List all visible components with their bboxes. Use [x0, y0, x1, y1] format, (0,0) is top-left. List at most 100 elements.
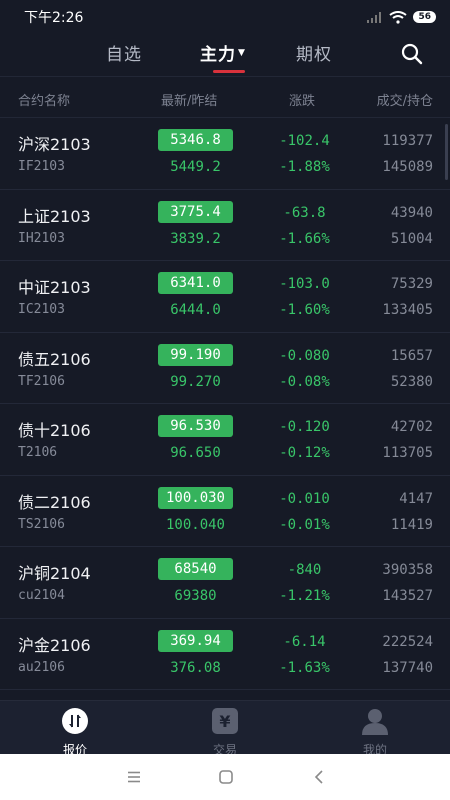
contract-name: 沪金2106 — [18, 635, 91, 655]
table-row[interactable]: 债二2106 TS2106 100.030 100.040 -0.010 -0.… — [0, 476, 450, 547]
prev-settle: 69380 — [174, 588, 217, 604]
contract-code: IH2103 — [18, 230, 65, 246]
prev-settle: 99.270 — [170, 373, 221, 390]
last-price: 369.94 — [158, 629, 233, 652]
last-price: 6341.0 — [158, 272, 233, 294]
contract-code: TF2106 — [18, 373, 65, 389]
battery-icon: 56 — [413, 11, 436, 23]
tab-options[interactable]: 期权 — [296, 40, 332, 65]
change-percent: -1.60% — [279, 302, 330, 318]
caret-down-icon: ▼ — [238, 48, 246, 58]
contract-code: au2106 — [18, 659, 65, 675]
change-value: -840 — [287, 562, 322, 578]
tab-main-contracts[interactable]: 主力 ▼ — [200, 40, 246, 73]
change-percent: -0.01% — [279, 516, 330, 533]
last-price: 96.530 — [158, 415, 233, 437]
nav-quotes[interactable]: 报价 — [35, 707, 115, 758]
signal-icon — [367, 12, 382, 23]
last-price: 3775.4 — [158, 200, 233, 223]
volume: 15657 — [390, 347, 433, 364]
change-value: -0.080 — [279, 347, 330, 364]
last-price: 5346.8 — [158, 129, 233, 151]
volume: 42702 — [390, 419, 433, 435]
change-value: -0.010 — [279, 490, 330, 507]
quote-list: 沪深2103 IF2103 5346.8 5449.2 -102.4 -1.88… — [0, 118, 450, 690]
contract-code: cu2104 — [18, 588, 65, 603]
change-percent: -1.66% — [279, 230, 330, 247]
search-icon[interactable] — [400, 42, 424, 66]
volume: 222524 — [382, 633, 433, 650]
svg-text:¥: ¥ — [219, 712, 230, 731]
col-volume[interactable]: 成交/持仓 — [377, 90, 433, 109]
contract-name: 沪深2103 — [18, 135, 91, 154]
col-change[interactable]: 涨跌 — [289, 90, 315, 109]
table-row[interactable]: 债五2106 TF2106 99.190 99.270 -0.080 -0.08… — [0, 333, 450, 404]
prev-settle: 100.040 — [165, 516, 225, 533]
last-price: 99.190 — [158, 343, 233, 366]
column-header: 合约名称 最新/昨结 涨跌 成交/持仓 — [0, 76, 450, 118]
contract-name: 上证2103 — [18, 206, 91, 226]
prev-settle: 6444.0 — [170, 302, 221, 318]
nav-trade[interactable]: ¥ 交易 — [185, 707, 265, 758]
prev-settle: 96.650 — [170, 445, 221, 461]
open-interest: 11419 — [390, 516, 433, 533]
prev-settle: 3839.2 — [170, 230, 221, 247]
user-icon — [362, 709, 388, 735]
wifi-icon — [389, 10, 408, 24]
open-interest: 52380 — [390, 373, 433, 390]
open-interest: 51004 — [390, 230, 433, 247]
open-interest: 133405 — [382, 302, 433, 318]
tab-watchlist[interactable]: 自选 — [106, 40, 142, 65]
open-interest: 137740 — [382, 659, 433, 676]
table-row[interactable]: 沪金2106 au2106 369.94 376.08 -6.14 -1.63%… — [0, 619, 450, 690]
change-percent: -1.21% — [279, 588, 330, 604]
top-nav: 自选 主力 ▼ 期权 — [0, 34, 450, 76]
menu-icon[interactable] — [127, 771, 141, 783]
table-row[interactable]: 沪深2103 IF2103 5346.8 5449.2 -102.4 -1.88… — [0, 118, 450, 190]
col-price[interactable]: 最新/昨结 — [161, 90, 217, 109]
change-value: -103.0 — [279, 276, 330, 292]
volume: 75329 — [390, 276, 433, 292]
open-interest: 143527 — [382, 588, 433, 604]
change-percent: -1.63% — [279, 659, 330, 676]
quote-icon — [62, 708, 88, 734]
scrollbar[interactable] — [445, 124, 448, 180]
contract-name: 中证2103 — [18, 278, 91, 297]
status-time: 下午2:26 — [24, 10, 84, 26]
table-row[interactable]: 中证2103 IC2103 6341.0 6444.0 -103.0 -1.60… — [0, 261, 450, 333]
contract-code: TS2106 — [18, 516, 65, 532]
active-tab-indicator — [213, 70, 245, 73]
contract-name: 沪铜2104 — [18, 564, 91, 583]
col-name[interactable]: 合约名称 — [18, 90, 70, 109]
volume: 43940 — [390, 204, 433, 221]
table-row[interactable]: 上证2103 IH2103 3775.4 3839.2 -63.8 -1.66%… — [0, 190, 450, 261]
contract-code: T2106 — [18, 445, 58, 460]
change-percent: -1.88% — [279, 159, 330, 175]
volume: 390358 — [382, 562, 433, 578]
home-icon[interactable] — [219, 770, 233, 784]
volume: 119377 — [382, 133, 433, 149]
table-row[interactable]: 债十2106 T2106 96.530 96.650 -0.120 -0.12%… — [0, 404, 450, 476]
contract-code: IC2103 — [18, 302, 65, 317]
bottom-nav: 报价 ¥ 交易 我的 — [0, 700, 450, 757]
contract-name: 债十2106 — [18, 421, 91, 440]
system-nav-bar — [0, 754, 450, 800]
nav-me[interactable]: 我的 — [335, 707, 415, 758]
change-value: -0.120 — [279, 419, 330, 435]
change-value: -63.8 — [283, 204, 326, 221]
open-interest: 145089 — [382, 159, 433, 175]
change-percent: -0.08% — [279, 373, 330, 390]
status-icons: 56 — [367, 10, 436, 24]
back-icon[interactable] — [314, 770, 324, 784]
status-bar: 下午2:26 56 — [0, 0, 450, 34]
contract-code: IF2103 — [18, 159, 65, 174]
tab-main-contracts-label: 主力 — [200, 45, 236, 65]
change-value: -102.4 — [279, 133, 330, 149]
open-interest: 113705 — [382, 445, 433, 461]
contract-name: 债五2106 — [18, 349, 91, 369]
last-price: 68540 — [158, 558, 233, 580]
yen-icon: ¥ — [212, 708, 238, 734]
change-value: -6.14 — [283, 633, 326, 650]
volume: 4147 — [399, 490, 433, 507]
table-row[interactable]: 沪铜2104 cu2104 68540 69380 -840 -1.21% 39… — [0, 547, 450, 619]
